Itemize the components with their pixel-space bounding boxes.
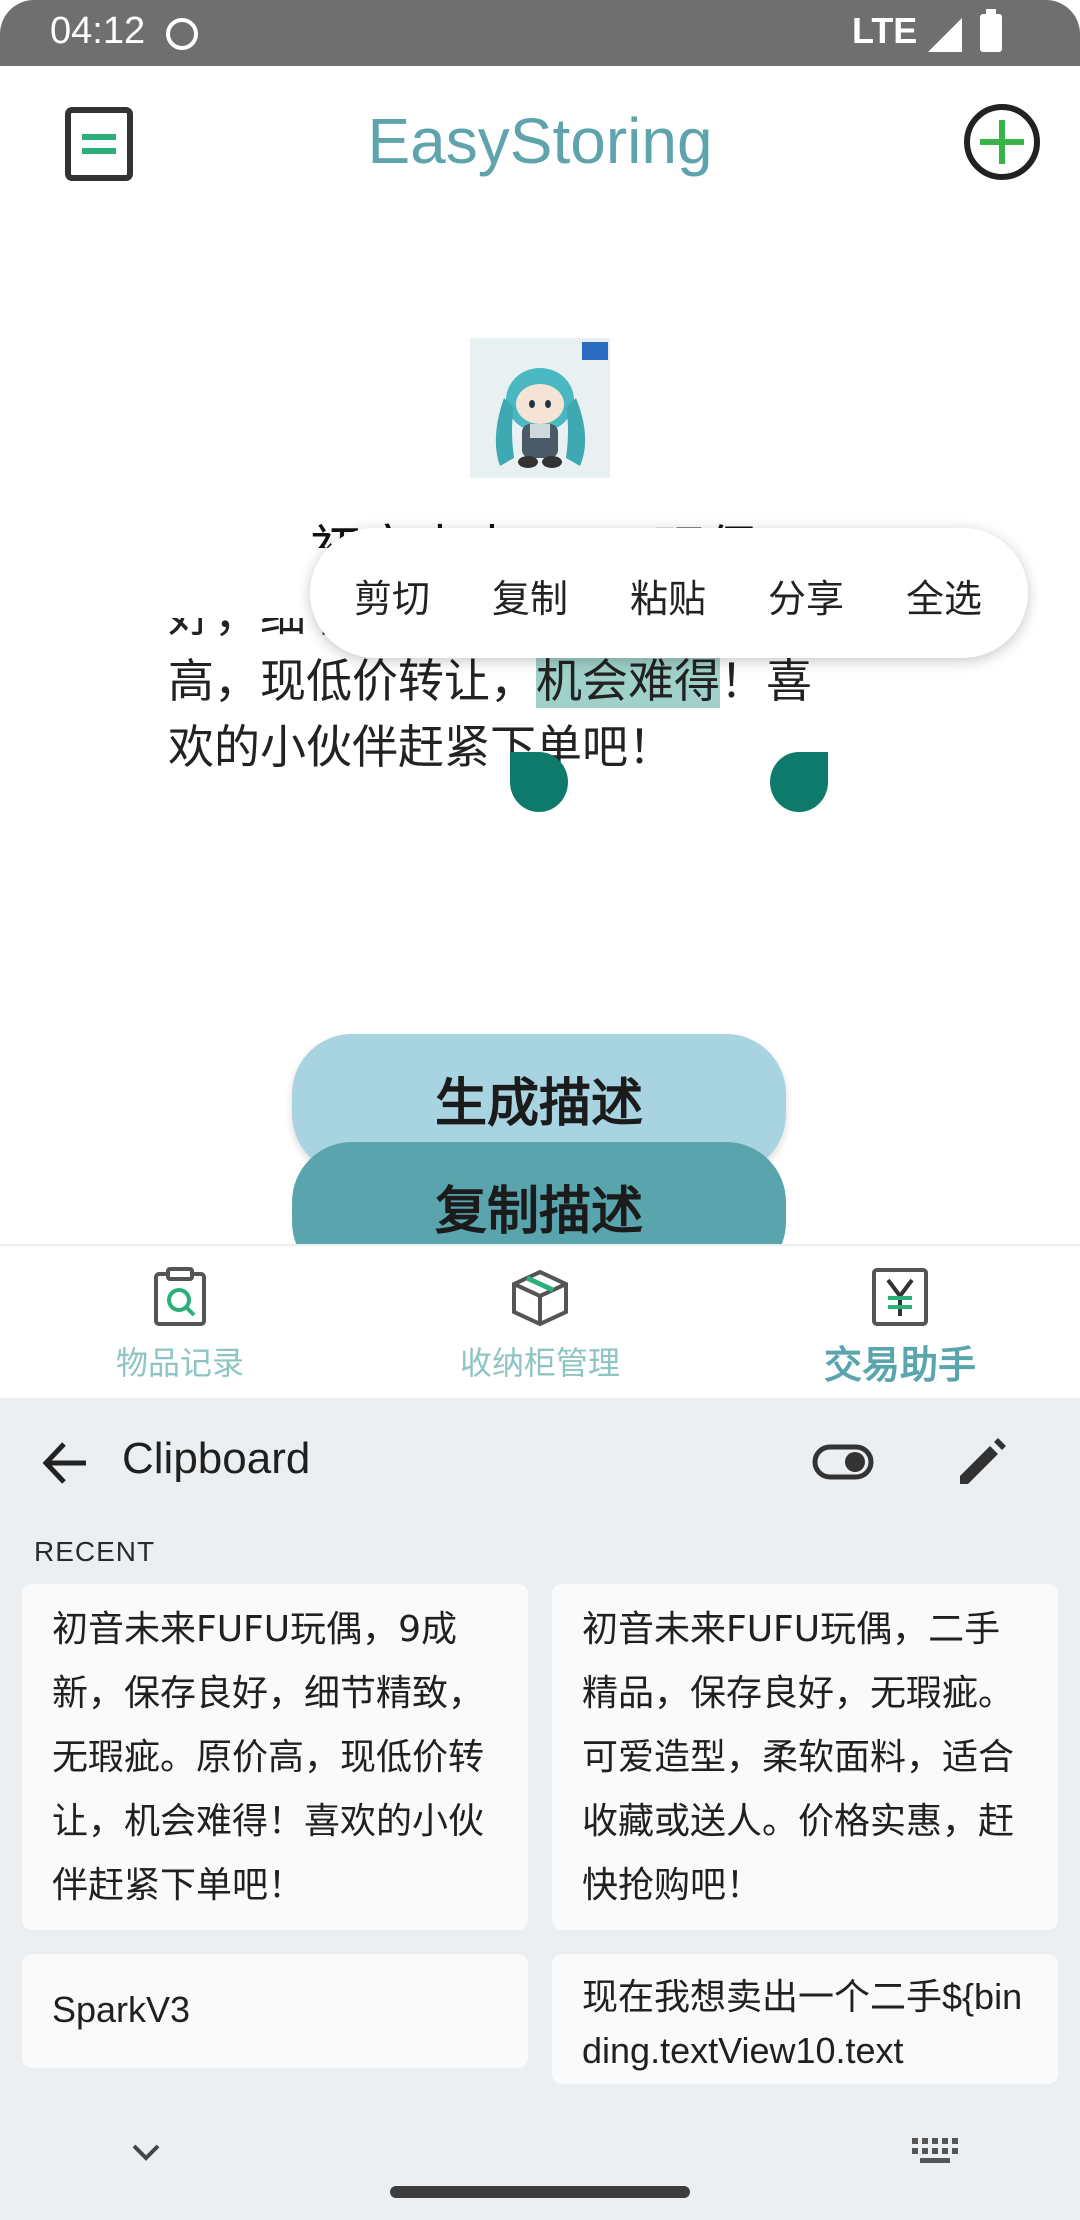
bottom-navigation: 物品记录 收纳柜管理 交易助手 bbox=[0, 1244, 1080, 1398]
section-label: RECENT bbox=[34, 1536, 156, 1567]
clipboard-item[interactable]: 现在我想卖出一个二手${binding.textView10.text bbox=[552, 1954, 1058, 2084]
nav-item-storage[interactable]: 收纳柜管理 bbox=[360, 1246, 720, 1400]
add-circle-icon[interactable] bbox=[962, 102, 1042, 182]
nav-item-trade[interactable]: 交易助手 bbox=[720, 1246, 1080, 1400]
clipboard-item[interactable]: SparkV3 bbox=[22, 1954, 528, 2068]
description-text-after: ！喜 bbox=[720, 654, 812, 708]
chevron-down-icon[interactable] bbox=[128, 2138, 164, 2166]
edit-pencil-icon[interactable] bbox=[954, 1434, 1010, 1490]
clipboard-panel: Clipboard RECENT 初音未来FUFU玩偶，9成新，保存良好，细节精… bbox=[0, 1398, 1080, 2220]
menu-copy[interactable]: 复制 bbox=[492, 568, 568, 623]
screen: { "status_bar": { "time": "04:12", "netw… bbox=[0, 0, 1080, 2220]
clipboard-item-text: SparkV3 bbox=[52, 1989, 191, 2030]
selection-handle-end[interactable] bbox=[770, 752, 828, 812]
toggle-icon[interactable] bbox=[812, 1444, 874, 1480]
selected-text[interactable]: 机会难得 bbox=[536, 654, 720, 708]
description-text-before: 高，现低价转让， bbox=[168, 654, 536, 708]
nav-item-records[interactable]: 物品记录 bbox=[0, 1246, 360, 1400]
clipboard-item-text: 初音未来FUFU玩偶，9成新，保存良好，细节精致，无瑕疵。原价高，现低价转让，机… bbox=[52, 1609, 485, 1906]
status-bar: 04:12 LTE bbox=[0, 0, 1080, 66]
description-line: 欢的小伙伴赶紧下单吧！ bbox=[168, 720, 674, 774]
app-bar: EasyStoring bbox=[0, 66, 1080, 226]
home-indicator[interactable] bbox=[390, 2186, 690, 2198]
clipboard-item[interactable]: 初音未来FUFU玩偶，9成新，保存良好，细节精致，无瑕疵。原价高，现低价转让，机… bbox=[22, 1584, 528, 1930]
notification-icon bbox=[166, 18, 198, 50]
menu-share[interactable]: 分享 bbox=[768, 568, 844, 623]
selection-handle-start[interactable] bbox=[510, 752, 568, 812]
nav-label: 交易助手 bbox=[823, 1343, 976, 1387]
text-selection-menu: 剪切 复制 粘贴 分享 全选 bbox=[310, 528, 1028, 658]
keyboard-icon[interactable] bbox=[910, 2136, 960, 2166]
menu-cut[interactable]: 剪切 bbox=[354, 568, 430, 623]
clipboard-item[interactable]: 初音未来FUFU玩偶，二手精品，保存良好，无瑕疵。可爱造型，柔软面料，适合收藏或… bbox=[552, 1584, 1058, 1930]
plush-doll-image bbox=[470, 338, 610, 478]
yen-icon bbox=[872, 1268, 928, 1326]
menu-select-all[interactable]: 全选 bbox=[906, 568, 982, 623]
clipboard-search-icon bbox=[154, 1267, 206, 1326]
clipboard-title: Clipboard bbox=[122, 1434, 311, 1483]
nav-label: 物品记录 bbox=[115, 1344, 244, 1382]
signal-icon bbox=[928, 18, 962, 52]
app-title: EasyStoring bbox=[367, 105, 713, 177]
menu-paste[interactable]: 粘贴 bbox=[630, 568, 706, 623]
product-image[interactable] bbox=[470, 338, 610, 478]
network-type: LTE bbox=[852, 10, 918, 51]
back-arrow-icon[interactable] bbox=[40, 1438, 90, 1488]
status-time: 04:12 bbox=[50, 10, 146, 52]
nav-label: 收纳柜管理 bbox=[459, 1344, 620, 1382]
clipboard-item-text: 初音未来FUFU玩偶，二手精品，保存良好，无瑕疵。可爱造型，柔软面料，适合收藏或… bbox=[582, 1609, 1015, 1906]
box-icon bbox=[512, 1269, 568, 1327]
clipboard-item-text: 现在我想卖出一个二手${binding.textView10.text bbox=[582, 1976, 1023, 2071]
battery-icon bbox=[980, 9, 1002, 52]
